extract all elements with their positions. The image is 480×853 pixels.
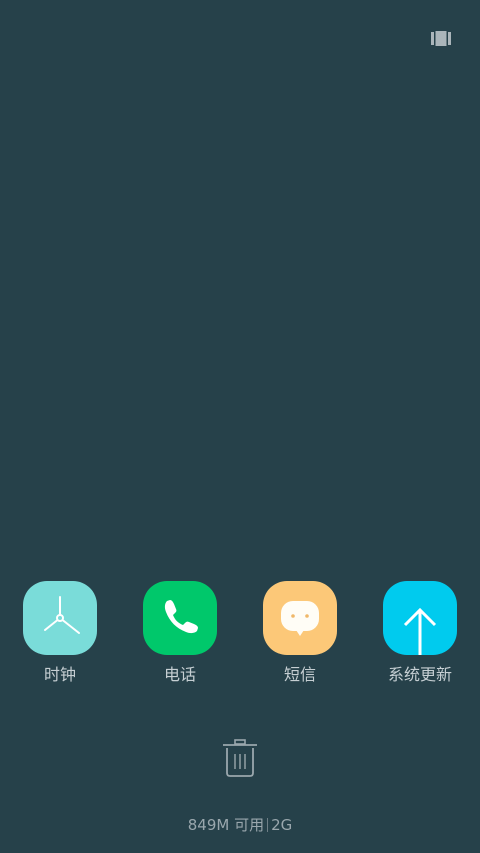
recent-app-label: 时钟 (43, 665, 76, 684)
recent-app-system-update[interactable]: 系统更新 (370, 581, 470, 691)
recent-app-phone[interactable]: 电话 (130, 581, 230, 691)
recent-apps-row: 时钟 电话 短信 系统更新 (0, 581, 480, 691)
layout-toggle-button[interactable] (431, 31, 451, 46)
memory-status: 849M 可用 2G (0, 815, 480, 835)
memory-total-text: 2G (271, 816, 293, 834)
memory-divider (267, 818, 269, 832)
recent-app-messages[interactable]: 短信 (250, 581, 350, 691)
clock-icon (23, 581, 97, 655)
phone-icon (143, 581, 217, 655)
recent-app-label: 短信 (283, 665, 316, 684)
recent-app-clock[interactable]: 时钟 (10, 581, 110, 691)
recent-app-label: 系统更新 (387, 665, 452, 684)
message-icon (263, 581, 337, 655)
layout-grid-icon (431, 31, 451, 46)
memory-available-text: 849M 可用 (187, 816, 265, 834)
recent-app-label: 电话 (163, 665, 196, 684)
clear-all-button[interactable] (221, 738, 259, 778)
update-arrow-icon (383, 581, 457, 655)
trash-icon (223, 739, 257, 777)
